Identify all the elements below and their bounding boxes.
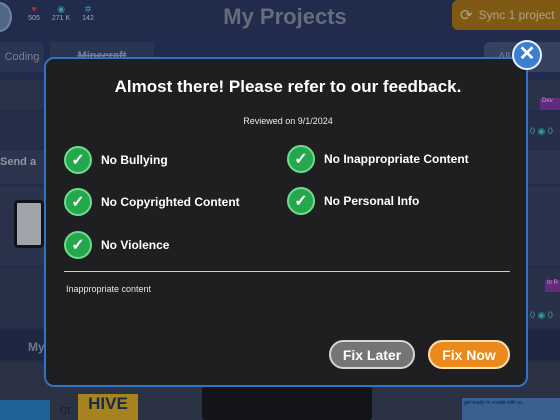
check-label: No Copyrighted Content bbox=[101, 195, 240, 209]
check-item-no-violence: ✓ No Violence bbox=[64, 231, 169, 259]
check-icon: ✓ bbox=[64, 231, 92, 259]
check-item-no-copyrighted-content: ✓ No Copyrighted Content bbox=[64, 188, 240, 216]
check-label: No Violence bbox=[101, 238, 170, 252]
check-icon: ✓ bbox=[287, 145, 315, 173]
check-icon: ✓ bbox=[64, 188, 92, 216]
divider bbox=[64, 271, 510, 272]
check-item-no-inappropriate-content: ✓ No Inappropriate Content bbox=[287, 145, 469, 173]
fix-now-button[interactable]: Fix Now bbox=[428, 340, 510, 369]
check-item-no-personal-info: ✓ No Personal Info bbox=[287, 187, 419, 215]
check-label: No Inappropriate Content bbox=[324, 152, 469, 166]
check-label: No Personal Info bbox=[324, 194, 420, 208]
check-icon: ✓ bbox=[287, 187, 315, 215]
check-icon: ✓ bbox=[64, 146, 92, 174]
close-icon[interactable]: ✕ bbox=[512, 40, 542, 70]
feedback-text: Inappropriate content bbox=[66, 284, 152, 294]
feedback-dialog: Almost there! Please refer to our feedba… bbox=[44, 57, 528, 387]
check-item-no-bullying: ✓ No Bullying bbox=[64, 146, 168, 174]
reviewed-date: Reviewed on 9/1/2024 bbox=[243, 116, 333, 126]
fix-later-button[interactable]: Fix Later bbox=[329, 340, 415, 369]
check-label: No Bullying bbox=[101, 153, 168, 167]
dialog-title: Almost there! Please refer to our feedba… bbox=[114, 77, 462, 96]
